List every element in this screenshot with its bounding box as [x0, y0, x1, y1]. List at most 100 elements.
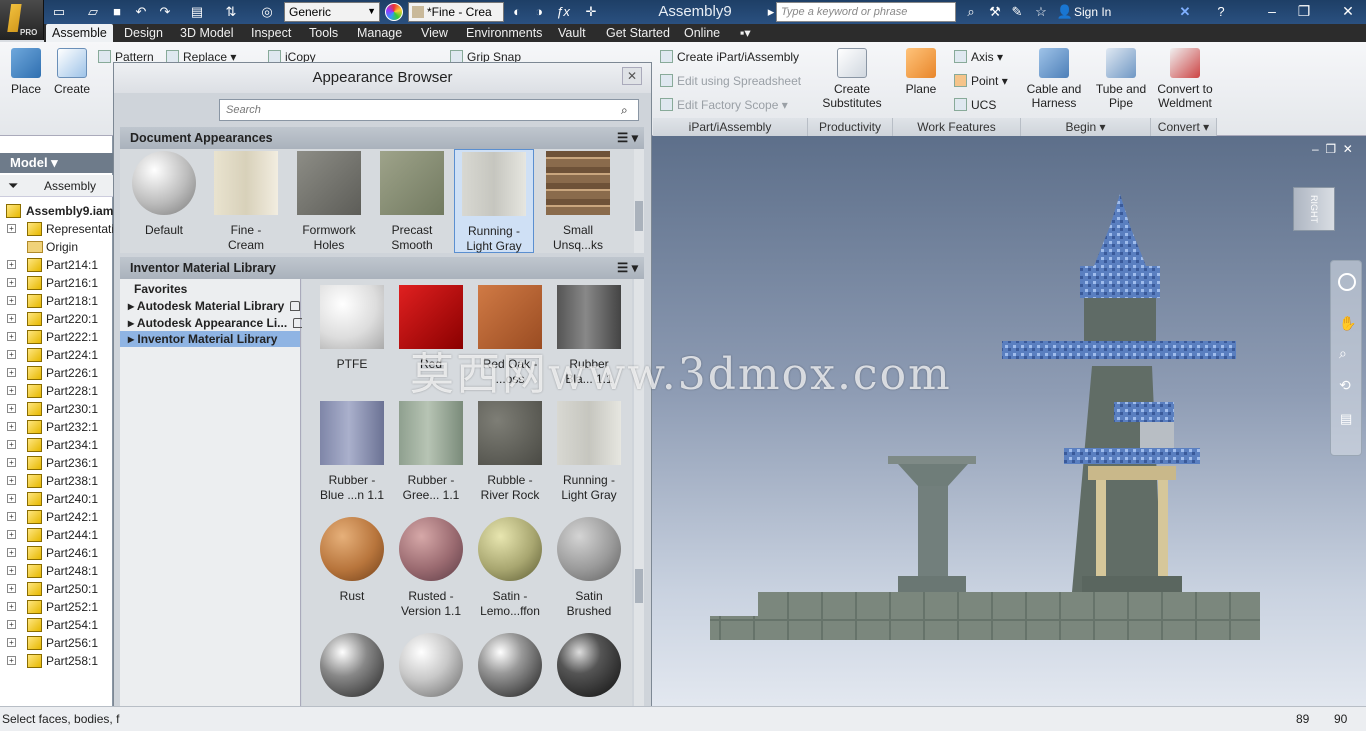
- appearance-running-light-gray[interactable]: Running - Light Gray: [454, 149, 534, 253]
- scrollbar-thumb[interactable]: [635, 201, 643, 231]
- sign-in-button[interactable]: Sign In: [1074, 5, 1111, 19]
- expand-icon[interactable]: +: [7, 548, 16, 557]
- tree-item[interactable]: + Part230:1: [0, 400, 113, 418]
- expand-icon[interactable]: +: [7, 476, 16, 485]
- edit-factory-scope-button[interactable]: Edit Factory Scope ▾: [660, 98, 788, 112]
- library-appearance-item[interactable]: Rubber Bla... 1.1: [549, 285, 629, 387]
- appearance-formwork-holes[interactable]: Formwork Holes: [289, 151, 369, 253]
- model-browser-header[interactable]: Model ▾: [0, 153, 113, 173]
- library-appearance-item[interactable]: Rust: [312, 517, 392, 604]
- ipart-panel-label[interactable]: iPart/iAssembly: [653, 118, 808, 136]
- tab-manage[interactable]: Manage: [351, 24, 408, 42]
- tree-item[interactable]: + Part242:1: [0, 508, 113, 526]
- appearance-precast-smooth[interactable]: Precast Smooth: [372, 151, 452, 253]
- save-icon[interactable]: ■: [108, 3, 126, 21]
- tree-item[interactable]: + Part224:1: [0, 346, 113, 364]
- expand-icon[interactable]: +: [7, 494, 16, 503]
- appearance-select[interactable]: *Fine - Crea: [408, 2, 504, 22]
- plane-button[interactable]: Plane: [900, 48, 942, 96]
- convert-weldment-button[interactable]: Convert to Weldment: [1154, 48, 1216, 110]
- tab-tools[interactable]: Tools: [303, 24, 344, 42]
- edit-spreadsheet-button[interactable]: Edit using Spreadsheet: [660, 74, 801, 88]
- create-button[interactable]: Create: [52, 48, 92, 96]
- expand-icon[interactable]: +: [7, 566, 16, 575]
- expand-icon[interactable]: +: [7, 314, 16, 323]
- open-folder-icon[interactable]: ▱: [84, 3, 102, 21]
- tree-item[interactable]: + Representatio: [0, 220, 113, 238]
- binoculars-icon[interactable]: ⌕: [962, 3, 980, 21]
- tree-item[interactable]: + Part214:1: [0, 256, 113, 274]
- expand-icon[interactable]: +: [7, 620, 16, 629]
- update-icon[interactable]: ⇅: [222, 3, 240, 21]
- filter-icon[interactable]: ⏷: [8, 178, 18, 194]
- expand-icon[interactable]: +: [7, 278, 16, 287]
- tab-design[interactable]: Design: [118, 24, 169, 42]
- work-features-panel-label[interactable]: Work Features: [893, 118, 1021, 136]
- help-search-input[interactable]: Type a keyword or phrase: [776, 2, 956, 22]
- library-appearance-item[interactable]: Satin Brushed: [549, 517, 629, 619]
- move-icon[interactable]: ✛: [582, 3, 600, 21]
- tab-get-started[interactable]: Get Started: [600, 24, 676, 42]
- star-icon[interactable]: ☆: [1032, 3, 1050, 21]
- tree-item[interactable]: + Part258:1: [0, 652, 113, 670]
- library-appearance-item[interactable]: Rubber - Gree... 1.1: [391, 401, 471, 503]
- tree-item[interactable]: + Part218:1: [0, 292, 113, 310]
- tab-online[interactable]: Online: [678, 24, 726, 42]
- library-header[interactable]: Inventor Material Library ☰ ▾: [120, 257, 644, 279]
- tree-item[interactable]: Origin: [0, 238, 113, 256]
- expand-icon[interactable]: +: [7, 332, 16, 341]
- library-appearance-item[interactable]: PTFE: [312, 285, 392, 372]
- expand-icon[interactable]: +: [7, 224, 16, 233]
- application-menu-button[interactable]: PRO: [0, 0, 44, 40]
- new-file-icon[interactable]: ▭: [50, 3, 68, 21]
- productivity-panel-label[interactable]: Productivity: [808, 118, 893, 136]
- library-autodesk-appearance[interactable]: ▸ Autodesk Appearance Li...: [128, 316, 304, 330]
- tab-overflow-icon[interactable]: ▪▾: [734, 24, 757, 42]
- material-select[interactable]: Generic ▼: [284, 2, 380, 22]
- tab-3d-model[interactable]: 3D Model: [174, 24, 240, 42]
- tree-item[interactable]: + Part248:1: [0, 562, 113, 580]
- tree-item[interactable]: + Part234:1: [0, 436, 113, 454]
- convert-panel-label[interactable]: Convert ▾: [1151, 118, 1217, 136]
- appearance-fine-cream[interactable]: Fine - Cream: [206, 151, 286, 253]
- expand-icon[interactable]: +: [7, 296, 16, 305]
- tree-item[interactable]: + Part256:1: [0, 634, 113, 652]
- tab-vault[interactable]: Vault: [552, 24, 592, 42]
- scrollbar-thumb[interactable]: [635, 569, 643, 603]
- graphics-viewport[interactable]: – ❐ ✕ RIGHT ✋ ⌕ ⟲ ▤: [652, 136, 1366, 706]
- expand-icon[interactable]: +: [7, 458, 16, 467]
- library-appearance-item[interactable]: Red Oak - ...oss: [470, 285, 550, 387]
- tab-assemble[interactable]: Assemble: [46, 24, 113, 42]
- tree-item[interactable]: + Part252:1: [0, 598, 113, 616]
- tree-item[interactable]: + Part228:1: [0, 382, 113, 400]
- view-options-icon[interactable]: ☰ ▾: [617, 127, 638, 149]
- tree-item[interactable]: + Part238:1: [0, 472, 113, 490]
- expand-icon[interactable]: +: [7, 260, 16, 269]
- place-button[interactable]: Place: [6, 48, 46, 96]
- expand-icon[interactable]: +: [7, 386, 16, 395]
- tab-inspect[interactable]: Inspect: [245, 24, 297, 42]
- tree-item[interactable]: + Part244:1: [0, 526, 113, 544]
- appearance-default[interactable]: Default: [124, 151, 204, 238]
- create-ipart-button[interactable]: Create iPart/iAssembly: [660, 50, 799, 64]
- redo-icon[interactable]: ↷: [156, 3, 174, 21]
- undo-icon[interactable]: ↶: [132, 3, 150, 21]
- assembly-view-select[interactable]: Assembly: [44, 179, 96, 193]
- tree-item[interactable]: + Part222:1: [0, 328, 113, 346]
- tree-item[interactable]: + Part236:1: [0, 454, 113, 472]
- tree-item[interactable]: + Part232:1: [0, 418, 113, 436]
- clear-appearance-icon[interactable]: ◐: [508, 3, 526, 21]
- library-appearance-item[interactable]: Running - Light Gray: [549, 401, 629, 503]
- tree-item[interactable]: + Part240:1: [0, 490, 113, 508]
- minimize-icon[interactable]: –: [1258, 1, 1286, 21]
- point-button[interactable]: Point ▾: [954, 74, 1008, 88]
- adjust-icon[interactable]: ◑: [530, 3, 548, 21]
- search-icon[interactable]: ⌕: [621, 103, 628, 118]
- library-appearance-item[interactable]: Rusted - Version 1.1: [391, 517, 471, 619]
- globe-icon[interactable]: ◎: [258, 3, 276, 21]
- library-appearance-item[interactable]: Red: [391, 285, 471, 372]
- satellite-icon[interactable]: ✎: [1008, 3, 1026, 21]
- print-icon[interactable]: ▤: [188, 3, 206, 21]
- tree-item[interactable]: + Part254:1: [0, 616, 113, 634]
- expand-icon[interactable]: +: [7, 404, 16, 413]
